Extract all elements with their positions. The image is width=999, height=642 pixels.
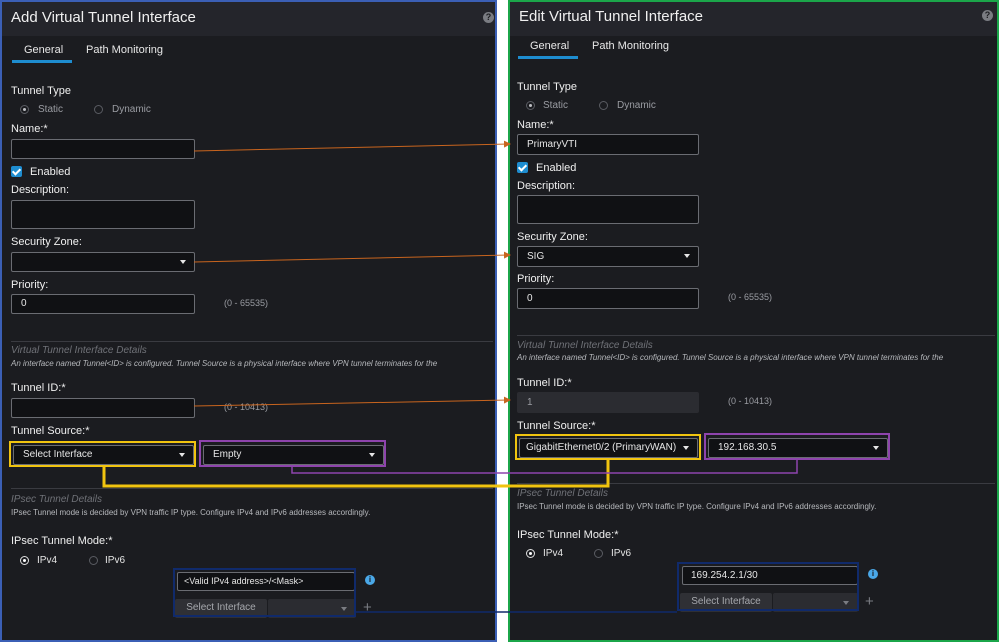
dialog-title: Edit Virtual Tunnel Interface [519, 8, 703, 25]
tunnel-id-input[interactable] [11, 398, 195, 418]
ipv4-label: IPv4 [37, 555, 58, 566]
dynamic-label: Dynamic [617, 100, 656, 111]
add-vti-dialog: Add Virtual Tunnel Interface ? General P… [0, 0, 497, 642]
priority-range-hint: (0 - 65535) [224, 298, 269, 308]
ipsec-details-description: IPsec Tunnel mode is decided by VPN traf… [517, 502, 877, 511]
ipsec-details-description: IPsec Tunnel mode is decided by VPN traf… [11, 508, 371, 517]
vti-details-description: An interface named Tunnel<ID> is configu… [517, 353, 944, 362]
dynamic-radio[interactable] [94, 105, 103, 114]
security-zone-label: Security Zone: [11, 236, 82, 248]
name-input[interactable]: PrimaryVTI [517, 134, 699, 155]
tab-path-monitoring[interactable]: Path Monitoring [592, 40, 669, 52]
priority-input[interactable]: 0 [517, 288, 699, 309]
ipv4-radio[interactable] [526, 549, 535, 558]
enabled-checkbox[interactable] [517, 162, 528, 173]
enabled-label: Enabled [536, 162, 577, 174]
tunnel-id-input[interactable]: 1 [517, 392, 699, 413]
security-zone-select[interactable] [11, 252, 195, 272]
vti-details-description: An interface named Tunnel<ID> is configu… [11, 359, 438, 368]
tunnel-source-label: Tunnel Source:* [11, 425, 90, 437]
name-label: Name:* [517, 119, 554, 131]
vti-details-heading: Virtual Tunnel Interface Details [517, 340, 653, 351]
name-input[interactable] [11, 139, 195, 159]
dynamic-label: Dynamic [112, 104, 151, 115]
tab-active-indicator [518, 56, 578, 59]
description-label: Description: [517, 180, 576, 192]
description-label: Description: [11, 184, 70, 196]
tunnel-type-label: Tunnel Type [11, 85, 71, 97]
static-radio[interactable] [20, 105, 29, 114]
tunnel-source-label: Tunnel Source:* [517, 420, 596, 432]
highlight-right-ipsec-address [677, 562, 859, 611]
priority-input[interactable]: 0 [11, 294, 195, 314]
highlight-left-ipsec-address [173, 568, 356, 617]
ipsec-mode-label: IPsec Tunnel Mode:* [517, 529, 619, 541]
ipv6-label: IPv6 [611, 548, 632, 559]
name-label: Name:* [11, 123, 48, 135]
description-input[interactable] [517, 195, 699, 224]
edit-vti-dialog: Edit Virtual Tunnel Interface ? General … [508, 0, 999, 642]
description-input[interactable] [11, 200, 195, 229]
help-icon[interactable]: ? [982, 10, 993, 21]
highlight-left-tunnel-source [9, 441, 196, 467]
security-zone-label: Security Zone: [517, 231, 588, 243]
ipv4-radio[interactable] [20, 556, 29, 565]
security-zone-select[interactable]: SIG [517, 246, 699, 267]
ipv4-label: IPv4 [543, 548, 564, 559]
tunnel-type-label: Tunnel Type [517, 81, 577, 93]
section-divider [11, 488, 493, 489]
tab-general[interactable]: General [530, 40, 569, 52]
ipsec-details-heading: IPsec Tunnel Details [517, 488, 608, 499]
info-icon[interactable]: i [365, 575, 375, 585]
highlight-right-tunnel-source [515, 434, 701, 460]
priority-label: Priority: [517, 273, 555, 285]
dialog-header: Edit Virtual Tunnel Interface ? [510, 2, 997, 36]
static-label: Static [543, 100, 569, 111]
ipv6-radio[interactable] [89, 556, 98, 565]
priority-label: Priority: [11, 279, 49, 291]
priority-range-hint: (0 - 65535) [728, 292, 773, 302]
section-divider [11, 341, 493, 342]
section-divider [517, 335, 995, 336]
dialog-title: Add Virtual Tunnel Interface [11, 9, 196, 26]
enabled-checkbox[interactable] [11, 166, 22, 177]
ipsec-mode-label: IPsec Tunnel Mode:* [11, 535, 113, 547]
help-icon[interactable]: ? [483, 12, 494, 23]
tunnel-id-range-hint: (0 - 10413) [728, 396, 773, 406]
tab-path-monitoring[interactable]: Path Monitoring [86, 44, 163, 56]
static-radio[interactable] [526, 101, 535, 110]
highlight-right-tunnel-ip [704, 433, 890, 460]
tunnel-id-label: Tunnel ID:* [11, 382, 66, 394]
tab-general[interactable]: General [24, 44, 63, 56]
tunnel-id-range-hint: (0 - 10413) [224, 402, 269, 412]
tunnel-id-label: Tunnel ID:* [517, 377, 572, 389]
ipv6-label: IPv6 [105, 555, 126, 566]
ipsec-details-heading: IPsec Tunnel Details [11, 494, 102, 505]
tab-active-indicator [12, 60, 72, 63]
add-icon[interactable]: + [363, 600, 372, 615]
ipv6-radio[interactable] [594, 549, 603, 558]
highlight-left-tunnel-ip [199, 440, 386, 467]
dynamic-radio[interactable] [599, 101, 608, 110]
enabled-label: Enabled [30, 166, 71, 178]
dialog-header: Add Virtual Tunnel Interface ? [2, 2, 495, 36]
section-divider [517, 483, 995, 484]
static-label: Static [38, 104, 64, 115]
info-icon[interactable]: i [868, 569, 878, 579]
vti-details-heading: Virtual Tunnel Interface Details [11, 345, 147, 356]
add-icon[interactable]: + [865, 594, 874, 609]
